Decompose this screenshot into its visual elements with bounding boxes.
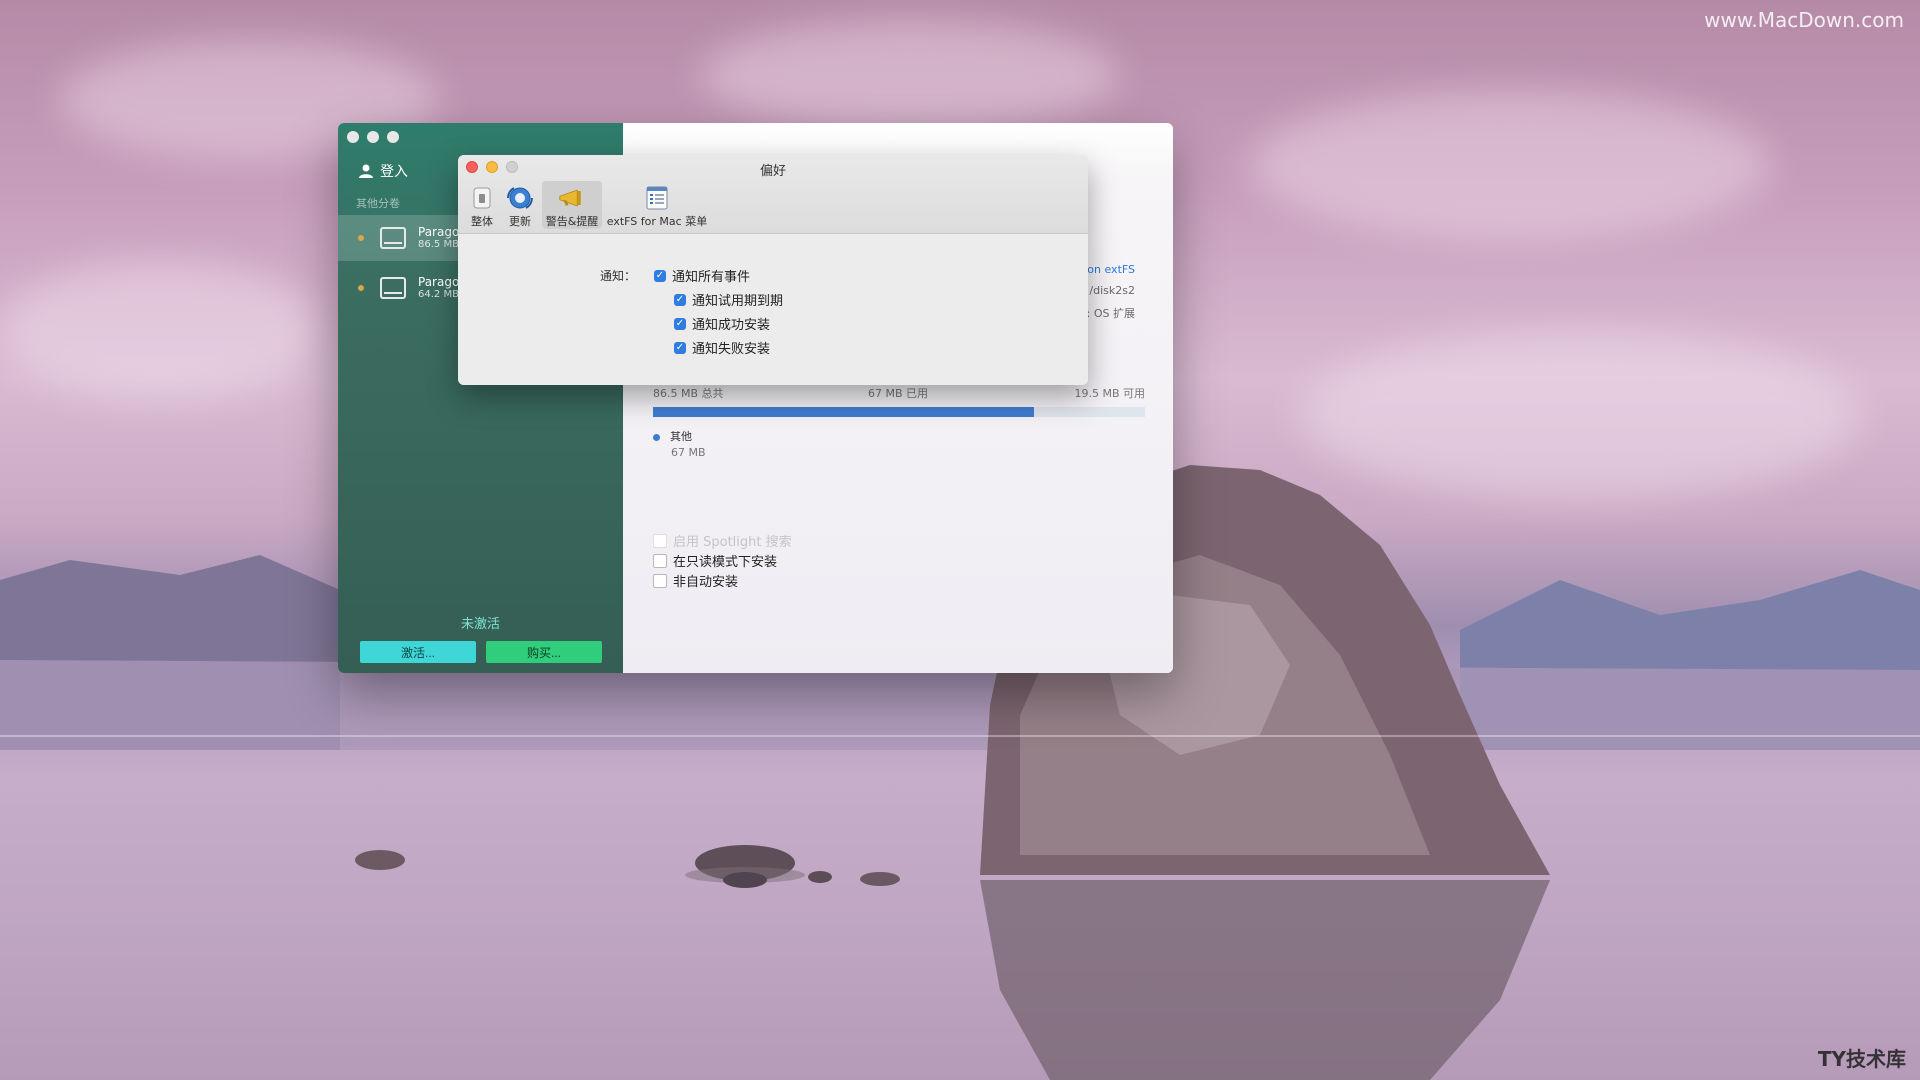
volume-name: Parago [418,274,460,289]
tab-label: 更新 [509,215,531,228]
window-controls [347,131,399,143]
checkmark-icon[interactable]: ✓ [674,317,686,330]
login-label: 登入 [380,164,408,180]
status-dot [358,285,364,291]
storage-free: 19.5 MB 可用 [1074,387,1145,400]
cloud-shape [700,20,1120,130]
disk-icon [380,277,406,299]
checkmark-icon[interactable]: ✓ [674,341,686,354]
checkmark-icon[interactable]: ✓ [654,269,666,282]
option-label: 非自动安装 [673,575,739,590]
watermark-top: www.MacDown.com [1704,8,1904,32]
buy-button[interactable]: 购买... [486,641,602,663]
checkbox-label: 通知所有事件 [672,270,751,285]
horizon-line [0,735,1920,737]
volume-size: 86.5 MB [418,239,459,251]
storage-total: 86.5 MB 总共 [653,387,724,400]
tab-label: 整体 [471,215,493,228]
preferences-toolbar: 偏好 整体 更新 警告&提醒 extFS for Mac 菜单 [458,155,1088,234]
login-button[interactable]: 登入 [358,161,408,181]
tab-label: 警告&提醒 [545,215,599,228]
checkbox[interactable] [653,553,667,568]
rock-reflection [980,880,1550,1080]
disk-icon [380,227,406,249]
file-system-info: on extFS [1087,263,1135,276]
cloud-shape [0,260,320,400]
tab-label: extFS for Mac 菜单 [606,215,708,228]
small-rocks [355,845,900,888]
section-label: 其他分卷 [356,197,400,210]
checkmark-icon[interactable]: ✓ [674,293,686,306]
switch-icon [468,186,496,210]
checkbox[interactable] [653,533,667,548]
storage-legend: 其他 67 MB [653,428,706,459]
cloud-shape [1250,90,1770,240]
readonly-mount-option[interactable]: 在只读模式下安装 [653,551,777,570]
update-globe-icon [506,186,534,210]
legend-size: 67 MB [671,446,706,459]
status-dot [358,235,364,241]
notify-mount-success-checkbox[interactable]: ✓ 通知成功安装 [674,314,770,333]
tab-general[interactable]: 整体 [464,181,500,229]
notify-label: 通知： [600,269,637,283]
option-label: 在只读模式下安装 [673,555,778,570]
menu-list-icon [643,186,671,210]
tab-update[interactable]: 更新 [502,181,538,229]
storage-used: 67 MB 已用 [868,387,929,400]
volume-size: 64.2 MB [418,289,459,301]
checkbox-label: 通知失败安装 [692,342,771,357]
notify-trial-expiry-checkbox[interactable]: ✓ 通知试用期到期 [674,290,783,309]
storage-bar-fill [653,407,1035,417]
megaphone-icon [558,186,586,210]
close-window-button[interactable] [347,131,359,143]
minimize-window-button[interactable] [367,131,379,143]
activate-button[interactable]: 激活... [360,641,476,663]
storage-bar [653,407,1145,417]
spotlight-option[interactable]: 启用 Spotlight 搜索 [653,531,792,550]
watermark-bottom: TY技术库 [1817,1047,1906,1071]
option-label: 启用 Spotlight 搜索 [673,535,792,550]
legend-name: 其他 [670,430,692,443]
activation-status: 未激活 [460,617,500,632]
tab-alerts[interactable]: 警告&提醒 [542,181,602,229]
legend-dot-icon [653,433,660,441]
volume-name: Parago [418,224,460,239]
zoom-window-button[interactable] [387,131,399,143]
checkbox-label: 通知成功安装 [692,318,771,333]
tab-menu[interactable]: extFS for Mac 菜单 [606,181,708,229]
notify-all-events-checkbox[interactable]: ✓ 通知所有事件 [654,266,750,285]
preferences-body: 通知： ✓ 通知所有事件 ✓ 通知试用期到期 ✓ 通知成功安装 ✓ 通知失败安装 [458,234,1088,385]
checkbox-label: 通知试用期到期 [692,294,784,309]
dialog-title: 偏好 [759,164,786,179]
no-automount-option[interactable]: 非自动安装 [653,571,738,590]
format-info: : OS 扩展 [1086,307,1135,320]
preferences-dialog: 偏好 整体 更新 警告&提醒 extFS for Mac 菜单 通知： ✓ 通知… [458,155,1088,385]
notify-mount-failure-checkbox[interactable]: ✓ 通知失败安装 [674,338,770,357]
checkbox[interactable] [653,573,667,588]
device-info: /disk2s2 [1089,284,1135,297]
user-icon [359,164,373,178]
